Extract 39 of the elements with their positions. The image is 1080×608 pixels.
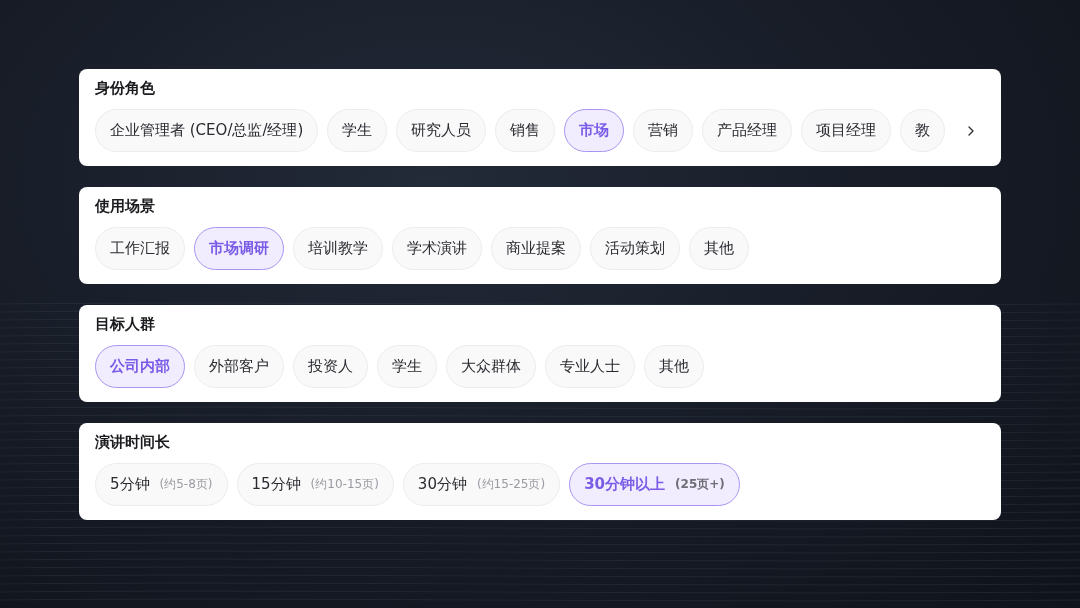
chip-label: 30分钟以上 — [584, 475, 666, 494]
chip-note: (约5-8页) — [159, 476, 213, 493]
section-title: 目标人群 — [95, 314, 156, 334]
option-chip[interactable]: 其他 — [644, 345, 704, 388]
option-chip[interactable]: 工作汇报 — [95, 227, 185, 270]
option-chip[interactable]: 公司内部 — [95, 345, 185, 388]
option-chip[interactable]: 商业提案 — [491, 227, 581, 270]
option-chip[interactable]: 活动策划 — [590, 227, 680, 270]
option-chip[interactable]: 销售 — [495, 109, 556, 152]
option-chip[interactable]: 大众群体 — [446, 345, 536, 388]
option-chip[interactable]: 学术演讲 — [392, 227, 482, 270]
chip-label: 15分钟 — [251, 475, 301, 494]
section-title: 演讲时间长 — [95, 432, 171, 452]
option-chip[interactable]: 市场调研 — [194, 227, 284, 270]
option-chip[interactable]: 产品经理 — [702, 109, 793, 152]
option-chip[interactable]: 培训教学 — [293, 227, 383, 270]
chip-label: 30分钟 — [417, 475, 467, 494]
option-chip[interactable]: 教 — [900, 109, 946, 152]
option-chip[interactable]: 专业人士 — [545, 345, 635, 388]
section-title: 使用场景 — [95, 196, 156, 216]
option-chip[interactable]: 其他 — [689, 227, 749, 270]
option-chip[interactable]: 投资人 — [293, 345, 368, 388]
option-chip[interactable]: 学生 — [377, 345, 437, 388]
option-chip[interactable]: 学生 — [327, 109, 388, 152]
option-chip[interactable]: 15分钟 (约10-15页) — [236, 463, 394, 506]
option-chip[interactable]: 外部客户 — [194, 345, 284, 388]
option-chip[interactable]: 研究人员 — [396, 109, 487, 152]
chip-note: (约15-25页) — [476, 476, 546, 493]
option-chip[interactable]: 项目经理 — [801, 109, 892, 152]
option-chip[interactable]: 30分钟 (约15-25页) — [402, 463, 561, 506]
option-chip[interactable]: 市场 — [564, 109, 625, 152]
option-chip[interactable]: 30分钟以上 (25页+) — [569, 463, 740, 506]
chip-label: 5分钟 — [110, 475, 150, 494]
option-chip[interactable]: 5分钟 (约5-8页) — [95, 463, 228, 506]
section-title: 身份角色 — [95, 78, 156, 98]
chip-note: (25页+) — [675, 476, 725, 493]
chip-note: (约10-15页) — [310, 476, 379, 493]
option-chip[interactable]: 营销 — [633, 109, 694, 152]
option-chip[interactable]: 企业管理者 (CEO/总监/经理) — [95, 109, 319, 152]
